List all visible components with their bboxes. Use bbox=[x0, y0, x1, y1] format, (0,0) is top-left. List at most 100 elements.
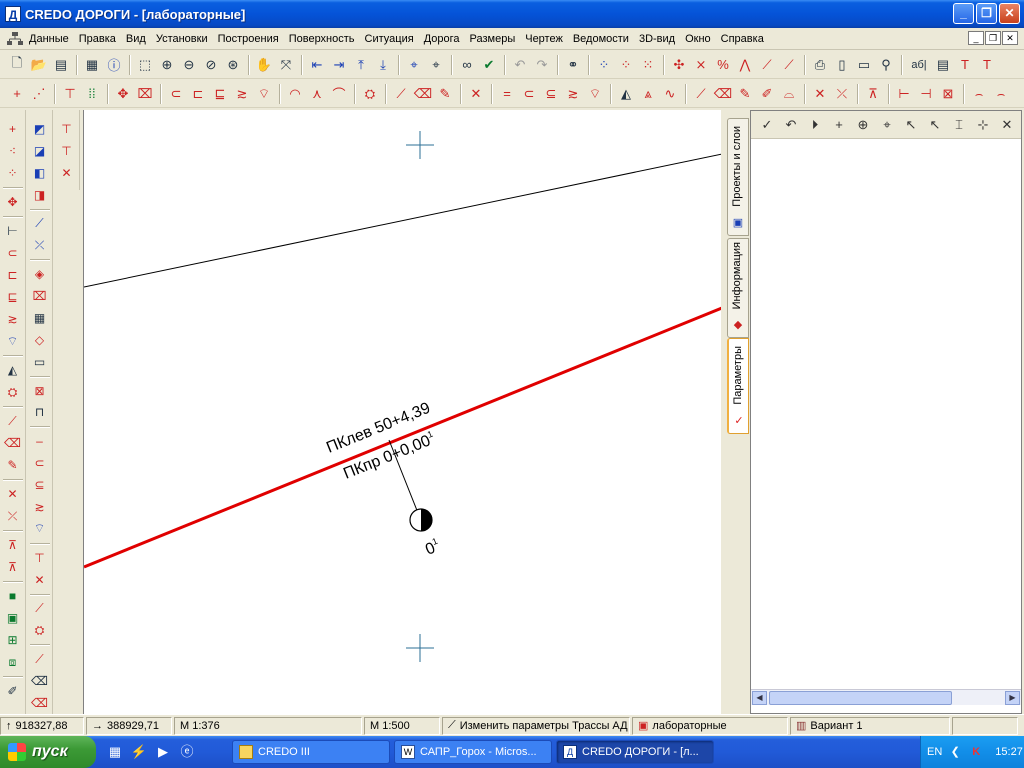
route-s-icon[interactable]: ≳ bbox=[29, 496, 51, 518]
road-axis-line[interactable] bbox=[84, 306, 721, 569]
green-square-d-icon[interactable]: ⧈ bbox=[2, 651, 24, 673]
pk-left-icon[interactable]: ⊤ bbox=[56, 118, 78, 140]
slope-left-icon[interactable]: ⟋ bbox=[29, 213, 51, 235]
bend-icon[interactable]: ⌒ bbox=[329, 84, 349, 104]
info-icon[interactable]: ⓘ bbox=[104, 55, 124, 75]
curve-b-icon[interactable]: ⊏ bbox=[188, 84, 208, 104]
fit-icon[interactable]: ⤧ bbox=[276, 55, 296, 75]
zoom-all-icon[interactable]: ⊛ bbox=[223, 55, 243, 75]
green-square-b-icon[interactable]: ▣ bbox=[2, 607, 24, 629]
mesh-icon[interactable]: ▦ bbox=[29, 307, 51, 329]
note-icon[interactable]: ▤ bbox=[933, 55, 953, 75]
scroll-right-arrow-icon[interactable]: ▶ bbox=[1005, 691, 1020, 705]
grid-points-icon[interactable]: ⁞⁞ bbox=[82, 84, 102, 104]
menu-window[interactable]: Окно bbox=[680, 33, 716, 45]
curve-d-icon[interactable]: ≳ bbox=[232, 84, 252, 104]
new-file-icon[interactable]: 🗋 bbox=[7, 55, 27, 75]
angle-icon[interactable]: ⋏ bbox=[307, 84, 327, 104]
zoom-window-icon[interactable]: ⬚ bbox=[135, 55, 155, 75]
point-line-icon[interactable]: ⋰ bbox=[29, 84, 49, 104]
undo-icon[interactable]: ↶ bbox=[510, 55, 530, 75]
node-icon[interactable]: ⛭ bbox=[360, 84, 380, 104]
point-edit-icon[interactable]: ✥ bbox=[2, 191, 24, 213]
slope-icon[interactable]: ⟋ bbox=[757, 55, 777, 75]
slope-cut-icon[interactable]: ⤫ bbox=[29, 234, 51, 256]
zoom-prev-icon[interactable]: ⊘ bbox=[201, 55, 221, 75]
level-icon[interactable]: ⊼ bbox=[863, 84, 883, 104]
antivirus-icon[interactable]: K bbox=[968, 744, 984, 760]
title-bar[interactable]: Д CREDO ДОРОГИ - [лабораторные] _ ❐ ✕ bbox=[0, 0, 1024, 28]
move-right-icon[interactable]: ⇥ bbox=[329, 55, 349, 75]
draw-icon[interactable]: ✐ bbox=[2, 680, 24, 702]
media-player-icon[interactable]: ▶ bbox=[154, 743, 172, 761]
pointer-node-icon[interactable]: ↖ bbox=[900, 115, 922, 135]
level-b-icon[interactable]: ⊼ bbox=[2, 556, 24, 578]
zoom-in-icon[interactable]: ⊕ bbox=[157, 55, 177, 75]
draw-line-icon[interactable]: ⟋ bbox=[691, 84, 711, 104]
minimize-button[interactable]: _ bbox=[953, 3, 974, 24]
zoom-out-icon[interactable]: ⊖ bbox=[179, 55, 199, 75]
menu-3d-view[interactable]: 3D-вид bbox=[634, 33, 680, 45]
add-node-icon[interactable]: ⊹ bbox=[972, 115, 994, 135]
parallel-icon[interactable]: = bbox=[497, 84, 517, 104]
check-mark-icon[interactable]: ✔ bbox=[479, 55, 499, 75]
redo-icon[interactable]: ↷ bbox=[532, 55, 552, 75]
level-left-icon[interactable]: ⊼ bbox=[2, 534, 24, 556]
text-point-icon[interactable]: T bbox=[955, 55, 975, 75]
glasses-icon[interactable]: ∞ bbox=[457, 55, 477, 75]
tab-information[interactable]: Информация ◆ bbox=[727, 238, 749, 338]
page-icon[interactable]: ▯ bbox=[832, 55, 852, 75]
close-button[interactable]: ✕ bbox=[999, 3, 1020, 24]
route-b-icon[interactable]: ⊆ bbox=[541, 84, 561, 104]
menu-data[interactable]: Данные bbox=[24, 33, 74, 45]
stake-icon[interactable]: ⩓ bbox=[638, 84, 658, 104]
target-icon[interactable]: ⊕ bbox=[852, 115, 874, 135]
winamp-icon[interactable]: ⚡ bbox=[130, 743, 148, 761]
scroll-thumb[interactable] bbox=[769, 691, 952, 705]
target-move-icon[interactable]: ⌖ bbox=[876, 115, 898, 135]
scale-icon[interactable]: ⌶ bbox=[948, 115, 970, 135]
snap-icon[interactable]: ✣ bbox=[669, 55, 689, 75]
line-pen-icon[interactable]: ✎ bbox=[2, 454, 24, 476]
open-file-icon[interactable]: 📂 bbox=[29, 55, 49, 75]
node-left-icon[interactable]: ⛭ bbox=[2, 381, 24, 403]
curve-e-icon[interactable]: ⌔ bbox=[254, 84, 274, 104]
pen-icon[interactable]: ✎ bbox=[435, 84, 455, 104]
box-cross-left-icon[interactable]: ⊠ bbox=[29, 380, 51, 402]
percent-icon[interactable]: % bbox=[713, 55, 733, 75]
scroll-left-arrow-icon[interactable]: ◀ bbox=[752, 691, 767, 705]
draw-pencil-icon[interactable]: ✐ bbox=[757, 84, 777, 104]
line-edit-icon[interactable]: ⟋ bbox=[2, 410, 24, 432]
menu-tree-icon[interactable] bbox=[6, 31, 24, 47]
task-credo-roads[interactable]: Д CREDO ДОРОГИ - [л... bbox=[556, 740, 714, 764]
point-add-icon[interactable]: + bbox=[2, 118, 24, 140]
doc-restore-button[interactable]: ❐ bbox=[985, 31, 1001, 45]
dash-icon[interactable]: – bbox=[29, 430, 51, 452]
polyline-icon[interactable]: ⋀ bbox=[735, 55, 755, 75]
cross-line-icon[interactable]: ⤫ bbox=[2, 505, 24, 527]
move-points-icon[interactable]: ✥ bbox=[113, 84, 133, 104]
wave-icon[interactable]: ∿ bbox=[660, 84, 680, 104]
pk-delete-icon[interactable]: ⊣ bbox=[916, 84, 936, 104]
language-indicator[interactable]: EN bbox=[927, 746, 942, 758]
menu-settings[interactable]: Установки bbox=[151, 33, 213, 45]
ie-icon[interactable]: ⓔ bbox=[178, 743, 196, 761]
cut-icon[interactable]: ✕ bbox=[810, 84, 830, 104]
pointer-text-icon[interactable]: ↖ bbox=[924, 115, 946, 135]
move-down-icon[interactable]: ⤓ bbox=[373, 55, 393, 75]
apply-icon[interactable]: ✓ bbox=[756, 115, 778, 135]
tab-parameters[interactable]: Параметры ✓ bbox=[727, 338, 749, 434]
shape-icon[interactable]: ◇ bbox=[29, 329, 51, 351]
panel-close-icon[interactable]: ✕ bbox=[996, 115, 1018, 135]
bridge-icon[interactable]: ⌢ bbox=[969, 84, 989, 104]
point-scatter-icon[interactable]: ⁖ bbox=[2, 140, 24, 162]
doc-minimize-button[interactable]: _ bbox=[968, 31, 984, 45]
draw-arc-icon[interactable]: ⌓ bbox=[779, 84, 799, 104]
plan-drawing[interactable]: ПКлев 50+4,39 ПКпр 0+0,001 01 bbox=[84, 110, 721, 714]
triangle-icon[interactable]: ◭ bbox=[2, 359, 24, 381]
task-credo-iii[interactable]: CREDO III bbox=[232, 740, 390, 764]
gauge-icon[interactable]: ⊤ bbox=[29, 547, 51, 569]
line-erase-icon[interactable]: ⌫ bbox=[2, 432, 24, 454]
menu-dimensions[interactable]: Размеры bbox=[465, 33, 521, 45]
menu-drawing[interactable]: Чертеж bbox=[520, 33, 568, 45]
